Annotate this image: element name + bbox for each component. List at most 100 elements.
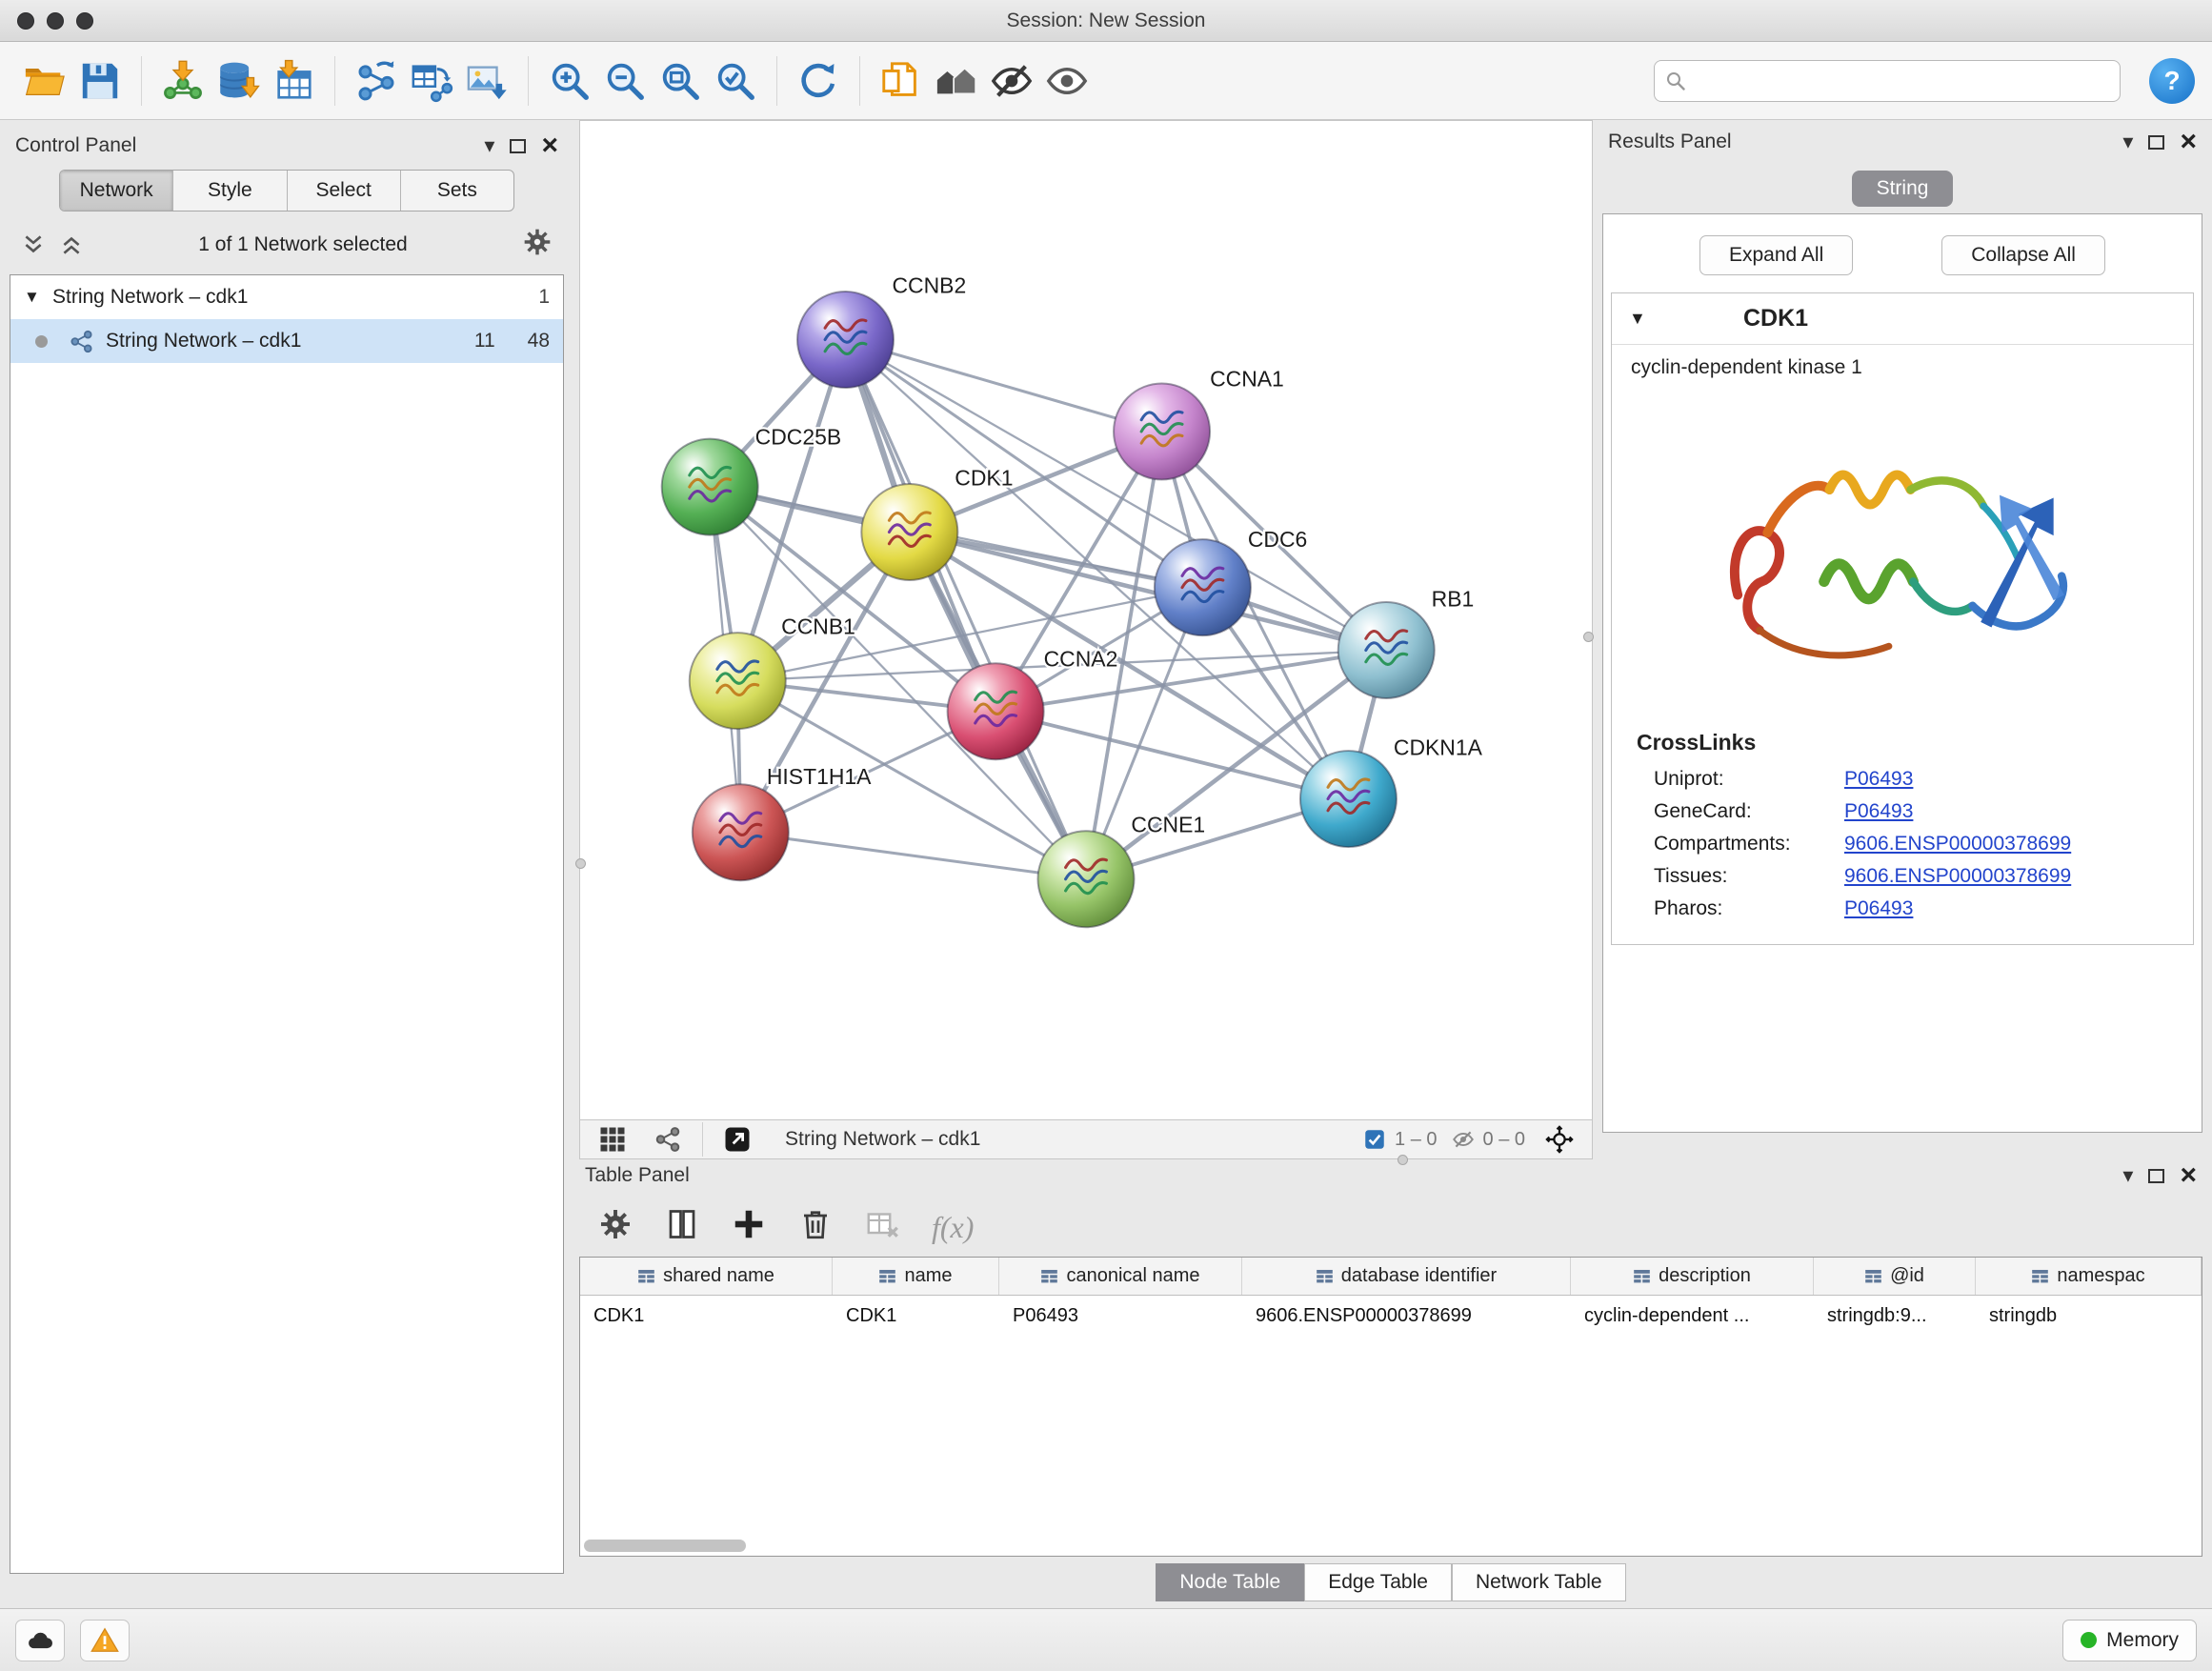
table-cell[interactable]: cyclin-dependent ...	[1571, 1296, 1814, 1336]
network-from-table-button[interactable]	[404, 53, 459, 109]
close-panel-icon[interactable]: ×	[2180, 128, 2197, 156]
horizontal-scrollbar[interactable]	[584, 1540, 746, 1552]
float-panel-icon[interactable]	[2148, 1169, 2164, 1183]
table-cell[interactable]: CDK1	[833, 1296, 999, 1336]
float-panel-icon[interactable]	[510, 139, 526, 153]
network-options-button[interactable]	[522, 227, 553, 263]
column-header[interactable]: shared name	[580, 1258, 833, 1295]
crosslink-label: Tissues:	[1654, 865, 1844, 888]
network-edges[interactable]	[710, 340, 1386, 879]
tab-select[interactable]: Select	[288, 171, 401, 211]
network-node-CDK1[interactable]: CDK1	[861, 466, 1013, 580]
splitter-handle[interactable]	[1398, 1155, 1408, 1165]
crosslink-value-link[interactable]: P06493	[1844, 768, 1913, 791]
collapse-all-button[interactable]: Collapse All	[1941, 235, 2105, 275]
column-header[interactable]: namespac	[1976, 1258, 2202, 1295]
tab-style[interactable]: Style	[173, 171, 287, 211]
collapse-all-icon[interactable]	[21, 232, 46, 257]
import-table-button[interactable]	[266, 53, 321, 109]
network-collection-row[interactable]: ▼ String Network – cdk1 1	[10, 275, 563, 319]
float-panel-icon[interactable]	[2148, 135, 2164, 150]
zoom-out-button[interactable]	[597, 53, 653, 109]
horizontal-splitter[interactable]	[579, 1138, 2212, 1154]
maximize-window-button[interactable]	[76, 12, 93, 30]
minimize-window-button[interactable]	[47, 12, 64, 30]
expand-all-button[interactable]: Expand All	[1699, 235, 1853, 275]
open-session-button[interactable]	[17, 53, 72, 109]
hide-panel-button[interactable]	[984, 53, 1039, 109]
import-network-database-button[interactable]	[211, 53, 266, 109]
delete-table-button[interactable]	[865, 1207, 899, 1247]
network-node-CDC6[interactable]: CDC6	[1155, 527, 1307, 635]
panel-menu-icon[interactable]: ▾	[2122, 1165, 2133, 1186]
tab-network[interactable]: Network	[60, 171, 173, 211]
node-label: CCNA2	[1044, 646, 1118, 671]
node-count: 11	[474, 330, 495, 352]
new-network-button[interactable]	[349, 53, 404, 109]
panel-menu-icon[interactable]: ▾	[2122, 131, 2133, 152]
show-panel-button[interactable]	[1039, 53, 1095, 109]
save-session-button[interactable]	[72, 53, 128, 109]
column-header[interactable]: database identifier	[1242, 1258, 1571, 1295]
import-network-file-button[interactable]	[155, 53, 211, 109]
column-header[interactable]: description	[1571, 1258, 1814, 1295]
tab-string[interactable]: String	[1852, 171, 1954, 207]
tab-edge-table[interactable]: Edge Table	[1304, 1563, 1452, 1601]
cloud-status-button[interactable]	[15, 1620, 65, 1661]
splitter-handle[interactable]	[575, 858, 586, 869]
zoom-fit-button[interactable]	[653, 53, 708, 109]
close-panel-icon[interactable]: ×	[541, 131, 558, 160]
annotation-button[interactable]	[874, 53, 929, 109]
network-graph[interactable]: CCNB2CCNA1CDC25BCDK1CDC6RB1CCNB1CCNA2CDK…	[580, 121, 1592, 1119]
column-header[interactable]: @id	[1814, 1258, 1976, 1295]
crosslink-label: Compartments:	[1654, 833, 1844, 856]
network-overview-button[interactable]	[929, 53, 984, 109]
memory-button[interactable]: Memory	[2062, 1620, 2197, 1661]
network-node-CCNB2[interactable]: CCNB2	[797, 273, 966, 388]
table-options-button[interactable]	[598, 1207, 633, 1247]
table-cell[interactable]: stringdb:9...	[1814, 1296, 1976, 1336]
export-image-button[interactable]	[459, 53, 514, 109]
help-button[interactable]: ?	[2149, 58, 2195, 104]
column-header[interactable]: canonical name	[999, 1258, 1242, 1295]
results-panel-header: Results Panel ▾ ×	[1602, 120, 2202, 164]
close-window-button[interactable]	[17, 12, 34, 30]
table-cell[interactable]: P06493	[999, 1296, 1242, 1336]
add-column-button[interactable]	[732, 1207, 766, 1247]
network-node-RB1[interactable]: RB1	[1338, 587, 1475, 698]
search-input[interactable]	[1695, 70, 2110, 91]
tree-expand-icon[interactable]: ▼	[24, 288, 52, 307]
function-builder-button[interactable]: f(x)	[932, 1210, 974, 1245]
delete-column-button[interactable]	[798, 1207, 833, 1247]
expand-all-icon[interactable]	[59, 232, 84, 257]
crosslink-value-link[interactable]: 9606.ENSP00000378699	[1844, 833, 2071, 856]
show-columns-button[interactable]	[665, 1207, 699, 1247]
network-node-HIST1H1A[interactable]: HIST1H1A	[693, 764, 872, 880]
zoom-selected-button[interactable]	[708, 53, 763, 109]
network-collection-count: 1	[538, 286, 550, 309]
crosslink-value-link[interactable]: P06493	[1844, 800, 1913, 823]
close-panel-icon[interactable]: ×	[2180, 1161, 2197, 1190]
gene-section-header[interactable]: ▼ CDK1	[1612, 293, 2193, 345]
table-cell[interactable]: CDK1	[580, 1296, 833, 1336]
column-icon	[2031, 1267, 2049, 1285]
table-cell[interactable]: stringdb	[1976, 1296, 2202, 1336]
column-header[interactable]: name	[833, 1258, 999, 1295]
apply-layout-button[interactable]	[791, 53, 846, 109]
table-cell[interactable]: 9606.ENSP00000378699	[1242, 1296, 1571, 1336]
splitter-handle[interactable]	[1583, 632, 1594, 642]
tab-sets[interactable]: Sets	[401, 171, 513, 211]
zoom-in-button[interactable]	[542, 53, 597, 109]
network-node-CCNA1[interactable]: CCNA1	[1114, 367, 1284, 480]
section-expand-icon[interactable]: ▼	[1629, 309, 1743, 329]
tab-network-table[interactable]: Network Table	[1452, 1563, 1626, 1601]
warnings-button[interactable]	[80, 1620, 130, 1661]
crosslink-value-link[interactable]: P06493	[1844, 897, 1913, 920]
tab-node-table[interactable]: Node Table	[1156, 1563, 1304, 1601]
crosslink-value-link[interactable]: 9606.ENSP00000378699	[1844, 865, 2071, 888]
network-canvas[interactable]: CCNB2CCNA1CDC25BCDK1CDC6RB1CCNB1CCNA2CDK…	[579, 120, 1593, 1119]
panel-menu-icon[interactable]: ▾	[484, 135, 494, 156]
network-row[interactable]: String Network – cdk1 11 48	[10, 319, 563, 363]
table-row[interactable]: CDK1CDK1P064939606.ENSP00000378699cyclin…	[580, 1296, 2202, 1336]
network-node-CDKN1A[interactable]: CDKN1A	[1300, 735, 1483, 847]
